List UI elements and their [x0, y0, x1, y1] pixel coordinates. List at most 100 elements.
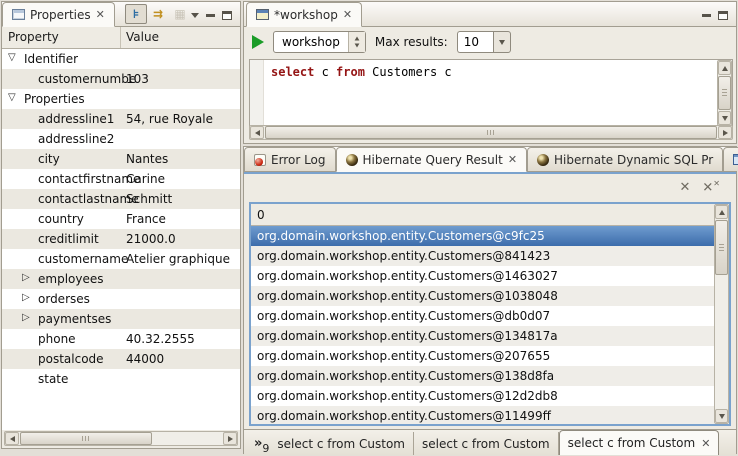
scrollbar-thumb[interactable] [20, 432, 152, 445]
result-row[interactable]: org.domain.workshop.entity.Customers@114… [251, 406, 714, 424]
dropdown-icon[interactable] [493, 31, 511, 53]
property-row[interactable]: ▷employees [2, 269, 240, 289]
expand-closed-icon[interactable]: ▷ [22, 292, 30, 303]
tab-console[interactable]: Console [723, 147, 738, 171]
result-row[interactable]: org.domain.workshop.entity.Customers@207… [251, 346, 714, 366]
scrollbar-thumb[interactable] [265, 126, 717, 139]
property-name: postalcode [38, 352, 104, 366]
run-query-icon[interactable] [252, 35, 264, 49]
scroll-up-icon[interactable] [718, 61, 731, 75]
column-divider[interactable] [120, 27, 121, 48]
query-page-tab[interactable]: select c from Custom✕ [559, 430, 720, 455]
property-value: 40.32.2555 [126, 332, 195, 346]
close-icon[interactable]: ✕ [508, 154, 517, 165]
max-results-select[interactable]: 10 [457, 31, 511, 53]
property-row[interactable]: customernumbe103 [2, 69, 240, 89]
close-query-page-icon[interactable]: ✕ [679, 181, 690, 194]
maximize-icon[interactable] [222, 11, 232, 20]
restore-default-icon: ▦ [174, 7, 185, 21]
property-row[interactable]: addressline154, rue Royale [2, 109, 240, 129]
property-row[interactable]: countryFrance [2, 209, 240, 229]
scroll-left-icon[interactable] [250, 126, 264, 139]
results-column-header[interactable]: 0 [251, 204, 714, 226]
close-icon[interactable]: ✕ [343, 9, 352, 20]
property-name: creditlimit [38, 232, 99, 246]
properties-icon [12, 9, 25, 20]
property-row[interactable]: ▽Properties [2, 89, 240, 109]
property-row[interactable]: ▷orderses [2, 289, 240, 309]
tab-properties[interactable]: Properties ✕ [2, 2, 115, 27]
result-row[interactable]: org.domain.workshop.entity.Customers@146… [251, 266, 714, 286]
tree-mode-button[interactable]: ⊧ [125, 4, 147, 24]
view-menu-icon[interactable] [191, 13, 199, 18]
scroll-down-icon[interactable] [715, 409, 728, 423]
tab-label: select c from Custom [422, 437, 550, 451]
property-name: paymentses [38, 312, 111, 326]
expand-open-icon[interactable]: ▽ [8, 92, 16, 103]
scrollbar-thumb[interactable] [718, 76, 731, 110]
results-vscrollbar[interactable] [714, 204, 729, 424]
editor-hscrollbar[interactable] [249, 125, 733, 140]
query-page-tab[interactable]: select c from Custom [414, 432, 559, 455]
query-text[interactable]: select c from Customers c [271, 65, 452, 79]
property-value: 21000.0 [126, 232, 176, 246]
property-name: contactfirstname [38, 172, 140, 186]
property-column-label[interactable]: Property [8, 30, 59, 44]
property-row[interactable]: contactlastnameSchmitt [2, 189, 240, 209]
tab-hibernate-dynamic-sql-pr[interactable]: Hibernate Dynamic SQL Pr [527, 147, 723, 171]
property-name: addressline2 [38, 132, 114, 146]
property-row[interactable]: postalcode44000 [2, 349, 240, 369]
scroll-right-icon[interactable] [718, 126, 732, 139]
tab-hibernate-query-result[interactable]: Hibernate Query Result✕ [336, 147, 528, 172]
property-name: phone [38, 332, 76, 346]
scroll-down-icon[interactable] [718, 111, 731, 125]
overflow-count: 9 [262, 442, 269, 455]
scroll-left-icon[interactable] [5, 432, 19, 445]
property-row[interactable]: contactfirstnameCarine [2, 169, 240, 189]
result-row[interactable]: org.domain.workshop.entity.Customers@841… [251, 246, 714, 266]
minimize-icon[interactable] [702, 14, 711, 17]
max-results-value[interactable]: 10 [457, 31, 493, 53]
result-row[interactable]: org.domain.workshop.entity.Customers@db0… [251, 306, 714, 326]
hql-keyword: from [336, 65, 365, 79]
result-row[interactable]: org.domain.workshop.entity.Customers@c9f… [251, 226, 714, 246]
close-all-query-pages-icon[interactable]: ✕✕ [702, 180, 720, 194]
tab-workshop-editor[interactable]: *workshop ✕ [246, 2, 362, 27]
property-row[interactable]: ▽Identifier [2, 49, 240, 69]
scroll-right-icon[interactable] [223, 432, 237, 445]
expand-closed-icon[interactable]: ▷ [22, 272, 30, 283]
expand-closed-icon[interactable]: ▷ [22, 312, 30, 323]
spinner-icon[interactable] [348, 32, 365, 52]
show-advanced-button[interactable]: ⇉ [147, 4, 169, 24]
editor-vscrollbar[interactable] [717, 60, 732, 126]
close-icon[interactable]: ✕ [96, 9, 105, 20]
property-row[interactable]: phone 40.32.2555 [2, 329, 240, 349]
query-editor[interactable]: select c from Customers c [249, 59, 733, 127]
value-column-label[interactable]: Value [126, 30, 159, 44]
close-icon[interactable]: ✕ [701, 438, 710, 449]
minimize-icon[interactable] [206, 14, 215, 17]
properties-hscrollbar[interactable] [4, 431, 238, 446]
result-row[interactable]: org.domain.workshop.entity.Customers@103… [251, 286, 714, 306]
property-row[interactable]: ▷ paymentses [2, 309, 240, 329]
tab-error-log[interactable]: Error Log [244, 147, 336, 171]
property-row[interactable]: customernameAtelier graphique [2, 249, 240, 269]
query-page-tab[interactable]: select c from Custom [269, 432, 414, 455]
scroll-up-icon[interactable] [715, 205, 728, 219]
configuration-select[interactable]: workshop [273, 31, 366, 53]
result-row[interactable]: org.domain.workshop.entity.Customers@134… [251, 326, 714, 346]
scrollbar-thumb[interactable] [715, 220, 728, 275]
expand-open-icon[interactable]: ▽ [8, 52, 16, 63]
result-row[interactable]: org.domain.workshop.entity.Customers@138… [251, 366, 714, 386]
property-row[interactable]: creditlimit 21000.0 [2, 229, 240, 249]
property-row[interactable]: addressline2 [2, 129, 240, 149]
editor-tabrow: *workshop ✕ [244, 2, 736, 27]
property-row[interactable]: state [2, 369, 240, 389]
result-row[interactable]: org.domain.workshop.entity.Customers@12d… [251, 386, 714, 406]
restore-default-button[interactable]: ▦ [169, 4, 191, 24]
tab-overflow-indicator[interactable]: » 9 [244, 435, 269, 455]
hql-text: Customers c [365, 65, 452, 79]
maximize-icon[interactable] [718, 11, 728, 20]
query-page-tabs: » 9 select c from Custom select c from Cu… [244, 429, 736, 455]
property-row[interactable]: cityNantes [2, 149, 240, 169]
